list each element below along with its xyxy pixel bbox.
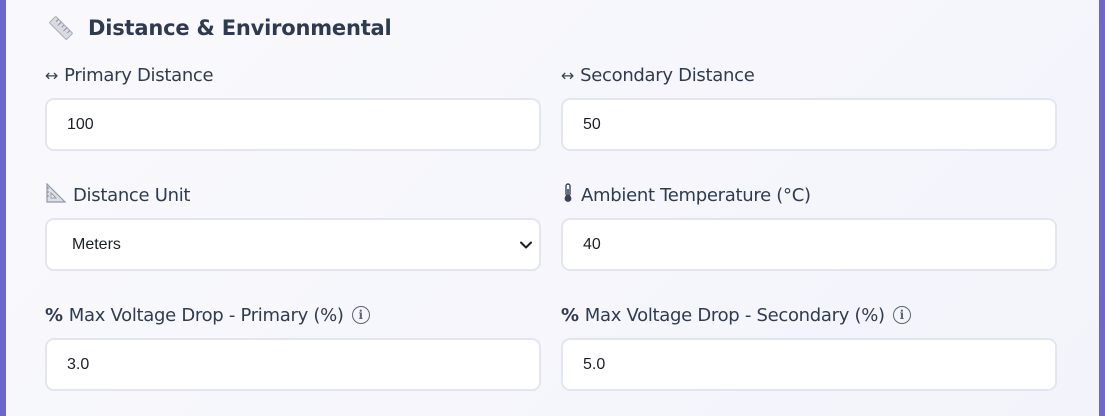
max-voltage-drop-secondary-value: 5.0 [583, 355, 606, 373]
secondary-distance-value: 50 [583, 115, 601, 133]
max-voltage-drop-primary-field: % Max Voltage Drop - Primary (%) i 3.0 [45, 303, 541, 391]
primary-distance-label: ↔ Primary Distance [45, 63, 541, 87]
left-right-arrow-icon: ↔ [45, 65, 59, 85]
max-voltage-drop-primary-input[interactable]: 3.0 [45, 338, 541, 391]
max-voltage-drop-secondary-label-text: Max Voltage Drop - Secondary (%) [584, 304, 885, 326]
primary-distance-field: ↔ Primary Distance 100 [45, 63, 541, 151]
distance-unit-field: Distance Unit Meters [45, 182, 541, 271]
thermometer-icon [561, 183, 575, 207]
distance-unit-label: Distance Unit [45, 182, 541, 207]
ruler-icon [48, 15, 74, 41]
left-right-arrow-icon: ↔ [561, 65, 575, 85]
secondary-distance-label: ↔ Secondary Distance [561, 63, 1057, 87]
max-voltage-drop-secondary-field: % Max Voltage Drop - Secondary (%) i 5.0 [561, 303, 1057, 391]
primary-distance-label-text: Primary Distance [64, 64, 214, 86]
ambient-temperature-field: Ambient Temperature (°C) 40 [561, 183, 1057, 271]
triangular-ruler-icon [45, 182, 67, 207]
distance-unit-select[interactable]: Meters [45, 218, 541, 271]
distance-unit-label-text: Distance Unit [73, 184, 191, 206]
ambient-temperature-input[interactable]: 40 [561, 218, 1057, 271]
chevron-down-icon [519, 238, 533, 252]
ambient-temperature-label: Ambient Temperature (°C) [561, 183, 1057, 207]
primary-distance-input[interactable]: 100 [45, 98, 541, 151]
distance-environmental-panel: Distance & Environmental ↔ Primary Dista… [6, 0, 1099, 416]
primary-distance-value: 100 [67, 115, 94, 133]
info-icon[interactable]: i [892, 306, 911, 324]
ambient-temperature-value: 40 [583, 235, 601, 253]
max-voltage-drop-secondary-input[interactable]: 5.0 [561, 338, 1057, 391]
info-icon[interactable]: i [351, 306, 370, 324]
distance-unit-selected: Meters [72, 235, 121, 253]
max-voltage-drop-primary-value: 3.0 [67, 355, 90, 373]
percent-icon: % [561, 304, 579, 326]
max-voltage-drop-primary-label-text: Max Voltage Drop - Primary (%) [68, 304, 344, 326]
section-header: Distance & Environmental [48, 13, 392, 43]
section-title: Distance & Environmental [88, 16, 392, 40]
max-voltage-drop-secondary-label: % Max Voltage Drop - Secondary (%) i [561, 303, 1057, 327]
max-voltage-drop-primary-label: % Max Voltage Drop - Primary (%) i [45, 303, 541, 327]
percent-icon: % [45, 304, 63, 326]
secondary-distance-field: ↔ Secondary Distance 50 [561, 63, 1057, 151]
secondary-distance-input[interactable]: 50 [561, 98, 1057, 151]
ambient-temperature-label-text: Ambient Temperature (°C) [581, 184, 811, 206]
secondary-distance-label-text: Secondary Distance [580, 64, 755, 86]
